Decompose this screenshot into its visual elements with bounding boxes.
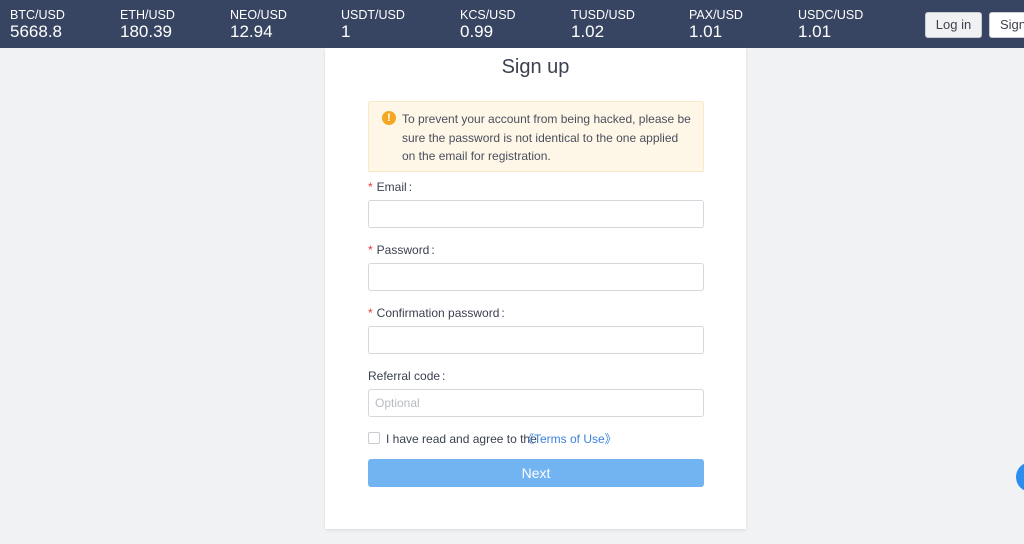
label-colon: : [408,180,413,194]
label-colon: : [431,243,435,257]
ticker-pair: USDC/USD [798,8,864,22]
required-mark: * [368,306,373,320]
label-colon: : [501,306,505,320]
email-field[interactable] [368,200,704,228]
confirm-password-label-text: Confirmation password [376,306,500,320]
warning-icon: ! [382,111,396,125]
ticker-price: 12.94 [230,22,273,41]
notice-text: To prevent your account from being hacke… [402,112,691,163]
password-label-text: Password [376,243,430,257]
agree-checkbox[interactable] [368,432,380,444]
next-button[interactable]: Next [368,459,704,487]
password-field[interactable] [368,263,704,291]
ticker-pax[interactable]: PAX/USD 1.01 [689,8,743,42]
label-colon: : [442,369,446,383]
signup-button[interactable]: Sign [989,12,1024,38]
ticker-price: 1 [341,22,351,41]
required-mark: * [368,180,373,194]
chat-bubble-icon[interactable] [1016,462,1024,492]
ticker-price: 180.39 [120,22,172,41]
ticker-pair: ETH/USD [120,8,175,22]
ticker-kcs[interactable]: KCS/USD 0.99 [460,8,516,42]
ticker-pair: TUSD/USD [571,8,635,22]
page-title: Sign up [501,56,570,78]
ticker-eth[interactable]: ETH/USD 180.39 [120,8,175,42]
ticker-pair: USDT/USD [341,8,405,22]
ticker-pair: KCS/USD [460,8,516,22]
referral-label: Referral code: [368,369,445,383]
security-notice: ! To prevent your account from being hac… [368,101,704,172]
terms-of-use-link[interactable]: 《Terms of Use》 [522,432,617,446]
referral-code-field[interactable] [368,389,704,417]
confirm-password-label: * Confirmation password: [368,306,505,320]
ticker-tusd[interactable]: TUSD/USD 1.02 [571,8,635,42]
email-label-text: Email [376,180,407,194]
ticker-bar: BTC/USD 5668.8 ETH/USD 180.39 NEO/USD 12… [0,0,1024,48]
ticker-neo[interactable]: NEO/USD 12.94 [230,8,287,42]
password-label: * Password: [368,243,435,257]
ticker-btc[interactable]: BTC/USD 5668.8 [10,8,65,42]
ticker-pair: NEO/USD [230,8,287,22]
ticker-price: 1.01 [689,22,723,41]
ticker-price: 0.99 [460,22,494,41]
ticker-price: 1.01 [798,22,832,41]
ticker-usdc[interactable]: USDC/USD 1.01 [798,8,863,42]
login-button[interactable]: Log in [925,12,982,38]
ticker-usdt[interactable]: USDT/USD 1 [341,8,405,42]
agree-text: I have read and agree to the [386,432,537,446]
confirm-password-field[interactable] [368,326,704,354]
ticker-pair: PAX/USD [689,8,743,22]
ticker-price: 5668.8 [10,22,62,41]
ticker-price: 1.02 [571,22,605,41]
referral-label-text: Referral code [368,369,441,383]
signup-card: Sign up ! To prevent your account from b… [325,48,746,529]
required-mark: * [368,243,373,257]
ticker-pair: BTC/USD [10,8,65,22]
email-label: * Email: [368,180,412,194]
